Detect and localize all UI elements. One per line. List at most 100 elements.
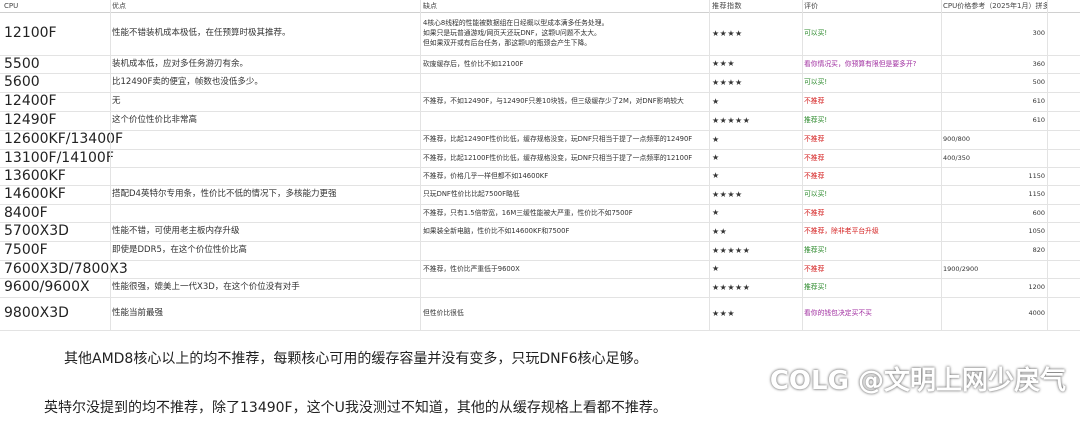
rating-stars[interactable]: ★ <box>712 130 802 149</box>
price-cell[interactable]: 600 <box>943 204 1045 222</box>
pros-cell[interactable]: 无 <box>112 92 418 111</box>
pros-cell[interactable]: 性能当前最强 <box>112 297 418 330</box>
watermark-logo: COLG @文明上网少戾气 <box>769 366 1066 396</box>
table-row: 12490F 这个价位性价比非常高 ★★★★★ 推荐买! 610 <box>0 111 1080 131</box>
eval-cell[interactable]: 看你的钱包决定买不买 <box>804 297 942 330</box>
pros-cell[interactable]: 即使是DDR5，在这个价位性价比高 <box>112 241 418 260</box>
cons-cell[interactable] <box>423 73 708 92</box>
grid-column-line <box>802 0 803 330</box>
rating-stars[interactable]: ★★★★ <box>712 12 802 55</box>
table-row: 13100F/14100F 不推荐，比起12100F性价比低，缓存规格没变，玩DN… <box>0 149 1080 168</box>
cons-cell[interactable]: 不推荐，不如12490F，与12490F只差10块钱，但三级缓存少了2M，对DN… <box>423 92 708 111</box>
rating-stars[interactable]: ★ <box>712 204 802 222</box>
pros-cell[interactable]: 比12490F卖的便宜，帧数也没低多少。 <box>112 73 418 92</box>
pros-cell[interactable] <box>112 149 418 167</box>
table-row: 14600KF 搭配D4英特尔专用条，性价比不低的情况下，多核能力更强 只玩DNF性… <box>0 185 1080 205</box>
pros-cell[interactable]: 装机成本低，应对多任务游刃有余。 <box>112 55 418 73</box>
rating-stars[interactable]: ★★★ <box>712 297 802 330</box>
cons-cell[interactable]: 但性价比很低 <box>423 297 708 330</box>
cons-line: 如果只是玩普通游戏/网页天还玩DNF，这颗U问题不太大。 <box>423 29 601 37</box>
rating-stars[interactable]: ★★ <box>712 222 802 241</box>
eval-cell[interactable]: 可以买! <box>804 12 942 55</box>
price-cell[interactable]: 360 <box>943 55 1045 73</box>
price-cell[interactable]: 820 <box>943 241 1045 260</box>
header-price-ref[interactable]: CPU价格参考（2025年1月）拼多多价格 <box>943 0 1048 12</box>
cons-cell[interactable]: 不推荐，只有1.5倍带宽，16M三缓性能被大严重，性价比不如7500F <box>423 204 708 222</box>
header-eval[interactable]: 评价 <box>804 0 942 12</box>
eval-cell[interactable]: 推荐买! <box>804 111 942 130</box>
eval-cell[interactable]: 不推荐 <box>804 204 942 222</box>
cons-cell[interactable]: 不推荐，比起12100F性价比低，缓存规格没变，玩DNF只相当于提了一点频率的1… <box>423 149 708 167</box>
pros-cell[interactable]: 性能不错，可使用老主板内存升级 <box>112 222 418 241</box>
rating-stars[interactable]: ★★★★ <box>712 73 802 92</box>
table-row: 5700X3D 性能不错，可使用老主板内存升级 如果装全新电脑，性价比不如14600… <box>0 222 1080 242</box>
table-row: 12600KF/13400F 不推荐，比起12490F性价比低，缓存规格没变，玩D… <box>0 130 1080 150</box>
eval-cell[interactable]: 可以买! <box>804 73 942 92</box>
table-row: 8400F 不推荐，只有1.5倍带宽，16M三缓性能被大严重，性价比不如7500F… <box>0 204 1080 223</box>
header-rating[interactable]: 推荐指数 <box>712 0 802 12</box>
cons-line: 只玩DNF性价比比起7500F略低 <box>423 190 520 198</box>
price-cell[interactable]: 610 <box>943 92 1045 111</box>
header-cons[interactable]: 缺点 <box>423 0 708 12</box>
price-ref-cell[interactable]: 900/800 <box>943 130 1048 149</box>
cons-cell[interactable] <box>423 278 708 297</box>
pros-cell[interactable] <box>112 167 418 185</box>
price-cell[interactable]: 1150 <box>943 167 1045 185</box>
rating-stars[interactable]: ★ <box>712 167 802 185</box>
cons-cell[interactable] <box>423 111 708 130</box>
eval-cell[interactable]: 看你情况买，你预算有限但是要多开? <box>804 55 942 73</box>
price-cell[interactable]: 1200 <box>943 278 1045 297</box>
price-cell[interactable]: 1050 <box>943 222 1045 241</box>
cons-cell[interactable]: 砍废缓存后，性价比不如12100F <box>423 55 708 73</box>
price-cell[interactable]: 610 <box>943 111 1045 130</box>
table-row: 12400F 无不推荐，不如12490F，与12490F只差10块钱，但三级缓存少… <box>0 92 1080 112</box>
cons-cell[interactable]: 只玩DNF性价比比起7500F略低 <box>423 185 708 204</box>
pros-cell[interactable]: 搭配D4英特尔专用条，性价比不低的情况下，多核能力更强 <box>112 185 418 204</box>
rating-stars[interactable]: ★ <box>712 149 802 167</box>
cons-cell[interactable]: 如果装全新电脑，性价比不如14600KF和7500F <box>423 222 708 241</box>
rating-stars[interactable]: ★★★★ <box>712 185 802 204</box>
cons-line: 如果装全新电脑，性价比不如14600KF和7500F <box>423 227 570 235</box>
price-cell[interactable]: 500 <box>943 73 1045 92</box>
price-cell[interactable]: 4000 <box>943 297 1045 330</box>
cons-line: 不推荐，价格几乎一样但都不如14600KF <box>423 172 549 180</box>
rating-stars[interactable]: ★★★★★ <box>712 111 802 130</box>
cons-line: 砍废缓存后，性价比不如12100F <box>423 60 524 68</box>
price-cell[interactable]: 300 <box>943 12 1045 55</box>
rating-stars[interactable]: ★ <box>712 260 802 278</box>
eval-cell[interactable]: 可以买! <box>804 185 942 204</box>
cons-cell[interactable]: 不推荐，比起12490F性价比低，缓存规格没变，玩DNF只相当于提了一点频率的1… <box>423 130 708 149</box>
eval-cell[interactable]: 不推荐，除非老平台升级 <box>804 222 942 241</box>
pros-cell[interactable] <box>112 204 418 222</box>
cons-cell[interactable]: 不推荐，价格几乎一样但都不如14600KF <box>423 167 708 185</box>
eval-cell[interactable]: 不推荐 <box>804 260 942 278</box>
cons-cell[interactable] <box>423 241 708 260</box>
grid-column-line <box>110 0 111 330</box>
cons-line: 不推荐，只有1.5倍带宽，16M三缓性能被大严重，性价比不如7500F <box>423 209 633 217</box>
eval-cell[interactable]: 不推荐 <box>804 167 942 185</box>
pros-cell[interactable] <box>112 260 418 278</box>
eval-cell[interactable]: 推荐买! <box>804 278 942 297</box>
rating-stars[interactable]: ★★★★★ <box>712 241 802 260</box>
eval-cell[interactable]: 不推荐 <box>804 149 942 167</box>
pros-cell[interactable]: 性能很强，媲美上一代X3D，在这个价位没有对手 <box>112 278 418 297</box>
table-row: 9800X3D 性能当前最强 但性价比很低 ★★★ 看你的钱包决定买不买 4000 <box>0 297 1080 331</box>
rating-stars[interactable]: ★ <box>712 92 802 111</box>
header-pros[interactable]: 优点 <box>112 0 418 12</box>
price-ref-cell[interactable]: 400/350 <box>943 149 1048 167</box>
cons-cell[interactable]: 4核心8线程的性能被数据组在日经概以型成本满多任务处理。 如果只是玩普通游戏/网页… <box>423 12 708 55</box>
eval-cell[interactable]: 不推荐 <box>804 92 942 111</box>
eval-cell[interactable]: 不推荐 <box>804 130 942 149</box>
price-cell[interactable]: 1150 <box>943 185 1045 204</box>
pros-cell[interactable] <box>112 130 418 149</box>
rating-stars[interactable]: ★★★★★ <box>712 278 802 297</box>
pros-cell[interactable]: 性能不错装机成本极低，在任预算时极其推荐。 <box>112 12 418 55</box>
eval-cell[interactable]: 推荐买! <box>804 241 942 260</box>
rating-stars[interactable]: ★★★ <box>712 55 802 73</box>
price-ref-cell[interactable]: 1900/2900 <box>943 260 1048 278</box>
table-row: 12100F 性能不错装机成本极低，在任预算时极其推荐。 4核心8线程的性能被数据组… <box>0 12 1080 56</box>
table-row: 9600/9600X 性能很强，媲美上一代X3D，在这个价位没有对手 ★★★★★ 推荐… <box>0 278 1080 298</box>
cons-line: 但性价比很低 <box>423 309 464 317</box>
pros-cell[interactable]: 这个价位性价比非常高 <box>112 111 418 130</box>
cons-cell[interactable]: 不推荐，性价比严重低于9600X <box>423 260 708 278</box>
